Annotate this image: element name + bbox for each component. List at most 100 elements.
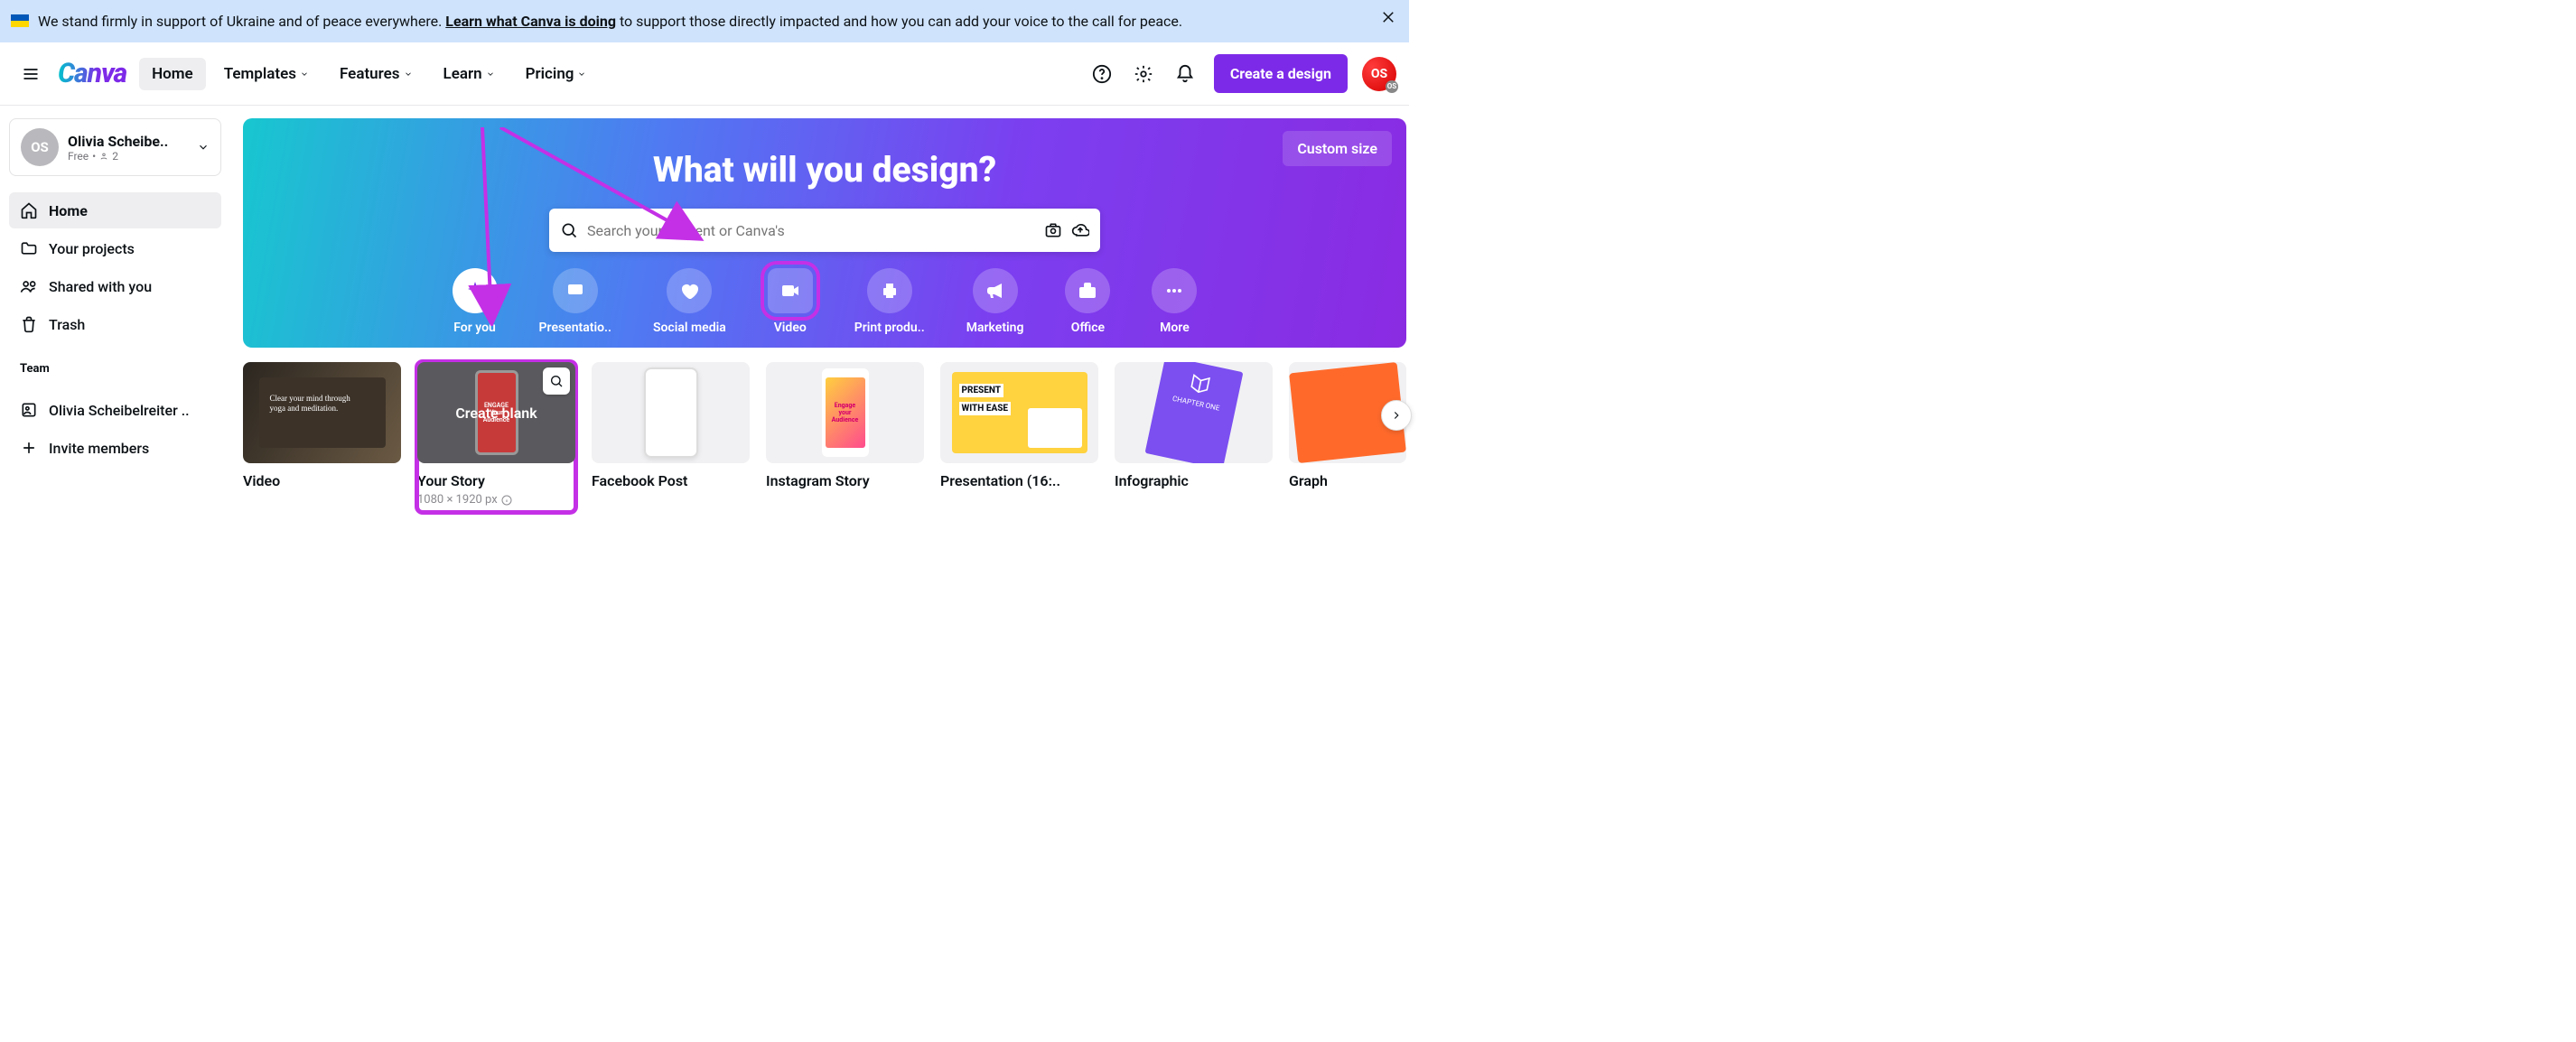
- cat-marketing[interactable]: Marketing: [966, 268, 1024, 335]
- template-presentation[interactable]: PRESENTWITH EASE Presentation (16:..: [940, 362, 1098, 489]
- cat-presentation[interactable]: Presentatio..: [539, 268, 611, 335]
- heart-icon: [678, 280, 700, 302]
- sidebar-invite[interactable]: Invite members: [9, 430, 221, 466]
- cat-presentation-label: Presentatio..: [539, 321, 611, 335]
- top-nav: Canva Home Templates Features Learn Pric…: [0, 42, 1409, 106]
- presentation-icon: [565, 280, 586, 302]
- sidebar-team[interactable]: Olivia Scheibelreiter ..: [9, 392, 221, 428]
- nav-features-label: Features: [340, 65, 400, 83]
- create-design-button[interactable]: Create a design: [1214, 54, 1348, 93]
- banner-close-button[interactable]: [1380, 9, 1396, 29]
- template-your-story-dim: 1080 × 1920 px: [417, 493, 575, 507]
- cat-office[interactable]: Office: [1065, 268, 1110, 335]
- bell-icon: [1175, 64, 1195, 84]
- chevron-down-icon: [577, 70, 586, 79]
- nav-home[interactable]: Home: [139, 58, 206, 90]
- cat-video[interactable]: Video: [768, 268, 813, 335]
- custom-size-button[interactable]: Custom size: [1283, 131, 1392, 166]
- sidebar-trash[interactable]: Trash: [9, 306, 221, 342]
- sidebar-trash-label: Trash: [49, 316, 85, 333]
- help-icon: [1092, 64, 1112, 84]
- template-instagram-story[interactable]: EngageyourAudience Instagram Story: [766, 362, 924, 489]
- nav-templates[interactable]: Templates: [211, 58, 322, 90]
- banner-link[interactable]: Learn what Canva is doing: [445, 13, 616, 30]
- search-bar[interactable]: [549, 209, 1100, 252]
- trash-icon: [20, 315, 38, 333]
- cat-for-you[interactable]: For you: [453, 268, 498, 335]
- template-infographic-title: Infographic: [1115, 472, 1273, 489]
- banner-text: We stand firmly in support of Ukraine an…: [38, 11, 1182, 32]
- template-infographic[interactable]: CHAPTER ONE Infographic: [1115, 362, 1273, 489]
- template-instagram-title: Instagram Story: [766, 472, 924, 489]
- cat-marketing-label: Marketing: [966, 321, 1024, 335]
- template-your-story-title: Your Story: [417, 472, 575, 489]
- info-icon: [501, 495, 512, 506]
- category-row: For you Presentatio.. Social media Video…: [453, 268, 1198, 335]
- banner-text-before: We stand firmly in support of Ukraine an…: [38, 13, 445, 30]
- template-facebook-title: Facebook Post: [592, 472, 750, 489]
- template-your-story[interactable]: ENGAGEYourAudience Create blank Your Sto…: [417, 362, 575, 512]
- cat-for-you-label: For you: [453, 321, 496, 335]
- chevron-down-icon: [300, 70, 309, 79]
- search-input[interactable]: [587, 222, 1035, 239]
- camera-icon[interactable]: [1044, 221, 1062, 239]
- help-button[interactable]: [1084, 56, 1120, 92]
- sidebar-shared-label: Shared with you: [49, 278, 152, 295]
- hamburger-icon: [22, 65, 40, 83]
- ukraine-flag-icon: [11, 14, 29, 27]
- upload-cloud-icon[interactable]: [1071, 221, 1089, 239]
- cat-social[interactable]: Social media: [653, 268, 726, 335]
- sidebar-home[interactable]: Home: [9, 192, 221, 228]
- team-icon: [20, 401, 38, 419]
- create-blank-label: Create blank: [455, 405, 537, 422]
- nav-pricing[interactable]: Pricing: [513, 58, 600, 90]
- ukraine-banner: We stand firmly in support of Ukraine an…: [0, 0, 1409, 42]
- person-icon: [99, 152, 108, 161]
- nav-features[interactable]: Features: [327, 58, 425, 90]
- notifications-button[interactable]: [1167, 56, 1203, 92]
- cat-more[interactable]: More: [1152, 268, 1197, 335]
- template-presentation-title: Presentation (16:..: [940, 472, 1098, 489]
- template-graph-title: Graph: [1289, 472, 1406, 489]
- sidebar: OS Olivia Scheibe.. Free• 2 Home Your pr…: [0, 106, 230, 512]
- sidebar-home-label: Home: [49, 202, 88, 219]
- avatar-sub-badge: OS: [1386, 80, 1398, 93]
- canva-logo[interactable]: Canva: [58, 58, 126, 89]
- user-switcher[interactable]: OS Olivia Scheibe.. Free• 2: [9, 118, 221, 176]
- menu-button[interactable]: [13, 56, 49, 92]
- cat-print[interactable]: Print produ..: [854, 268, 925, 335]
- user-plan: Free• 2: [68, 150, 188, 163]
- close-icon: [1380, 9, 1396, 25]
- user-name: Olivia Scheibe..: [68, 133, 188, 150]
- template-video-title: Video: [243, 472, 401, 489]
- chevron-down-icon: [404, 70, 413, 79]
- briefcase-icon: [1077, 280, 1098, 302]
- avatar-initials: OS: [1371, 67, 1387, 81]
- main-content: Custom size What will you design? For yo…: [230, 106, 1419, 512]
- sidebar-projects-label: Your projects: [49, 240, 135, 257]
- book-icon: [1186, 370, 1214, 398]
- nav-pricing-label: Pricing: [526, 65, 574, 83]
- nav-learn[interactable]: Learn: [431, 58, 508, 90]
- ellipsis-icon: [1163, 280, 1185, 302]
- chevron-down-icon: [197, 141, 210, 154]
- hero-title: What will you design?: [653, 149, 996, 191]
- account-avatar[interactable]: OS OS: [1362, 57, 1396, 91]
- scroll-next-button[interactable]: [1381, 400, 1412, 431]
- nav-learn-label: Learn: [443, 65, 482, 83]
- cat-more-label: More: [1160, 321, 1190, 335]
- user-avatar: OS: [21, 128, 59, 166]
- home-icon: [20, 201, 38, 219]
- people-icon: [20, 277, 38, 295]
- template-video[interactable]: Clear your mind through yoga and meditat…: [243, 362, 401, 489]
- sidebar-invite-label: Invite members: [49, 440, 149, 457]
- settings-button[interactable]: [1125, 56, 1162, 92]
- template-facebook-post[interactable]: Facebook Post: [592, 362, 750, 489]
- sidebar-shared[interactable]: Shared with you: [9, 268, 221, 304]
- search-icon: [549, 374, 564, 388]
- cat-print-label: Print produ..: [854, 321, 925, 335]
- search-icon: [560, 221, 578, 239]
- preview-button[interactable]: [543, 367, 570, 395]
- sidebar-projects[interactable]: Your projects: [9, 230, 221, 266]
- nav-home-label: Home: [152, 65, 193, 83]
